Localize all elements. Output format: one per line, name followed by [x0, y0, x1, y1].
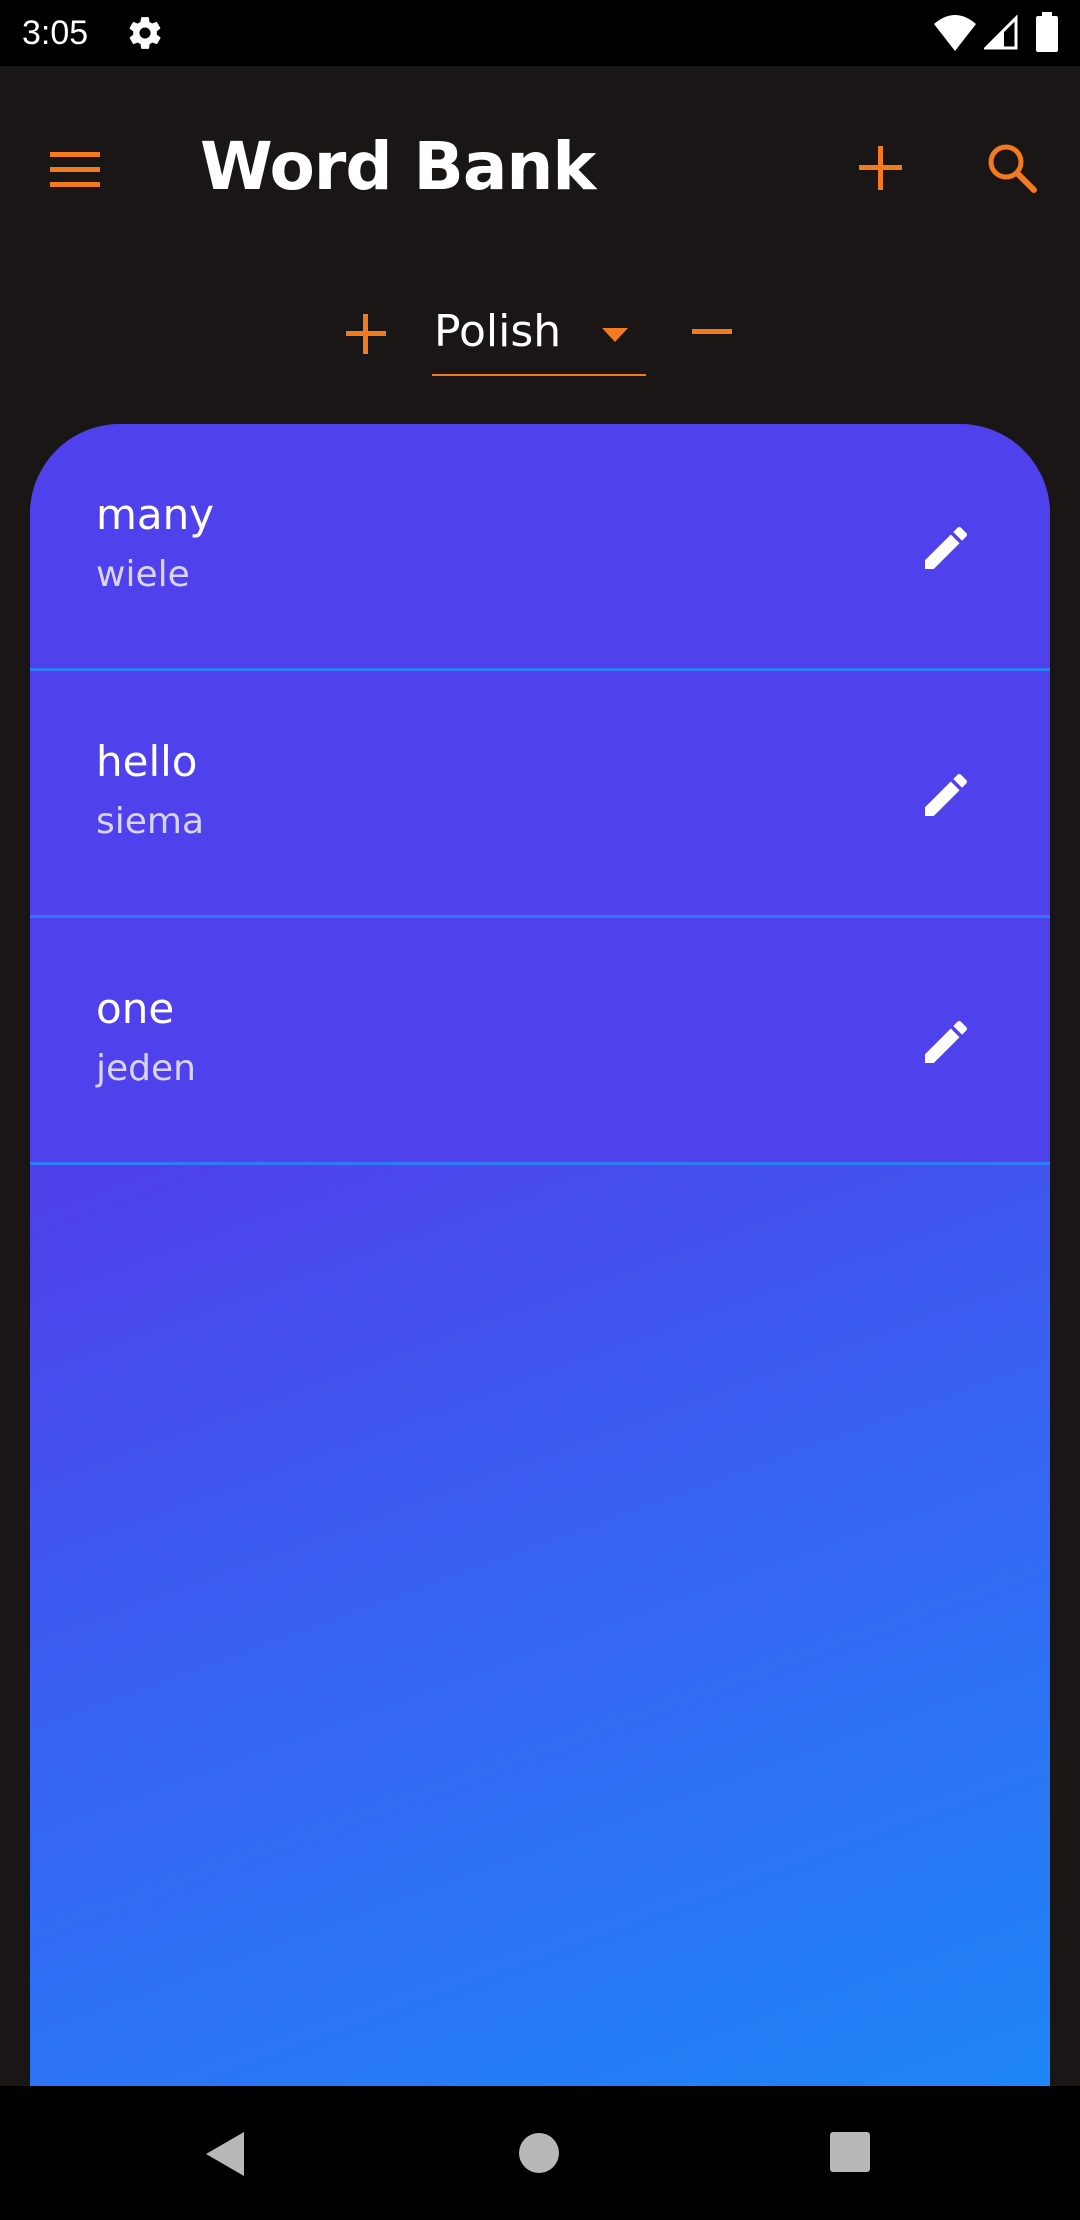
remove-language-button[interactable]: [690, 328, 734, 336]
list-item[interactable]: hello siema: [30, 671, 1050, 918]
menu-button[interactable]: [48, 142, 104, 198]
app-bar: Word Bank: [0, 66, 1080, 266]
search-icon: [988, 144, 1037, 193]
edit-button[interactable]: [918, 520, 974, 576]
word-text: one: [96, 984, 175, 1033]
word-text: hello: [96, 737, 198, 786]
list-item[interactable]: one jeden: [30, 918, 1050, 1165]
screen: 3:05 Word Bank Polish many wiele hello s…: [0, 0, 1080, 2220]
plus-icon: [859, 146, 902, 190]
word-translation: wiele: [96, 554, 190, 595]
language-row: Polish: [0, 296, 1080, 386]
minus-icon: [692, 329, 732, 334]
list-item[interactable]: many wiele: [30, 424, 1050, 671]
nav-bar: [0, 2086, 1080, 2220]
battery-icon: [1036, 12, 1058, 52]
word-text: many: [96, 490, 215, 539]
wifi-icon: [934, 14, 976, 52]
add-language-button[interactable]: [344, 312, 388, 356]
edit-icon: [925, 773, 968, 816]
status-time: 3:05: [22, 14, 89, 52]
back-button[interactable]: [204, 2130, 246, 2178]
menu-icon: [50, 152, 100, 187]
edit-button[interactable]: [918, 767, 974, 823]
recents-button[interactable]: [830, 2132, 870, 2172]
chevron-down-icon: [600, 326, 630, 344]
status-bar: 3:05: [0, 0, 1080, 66]
page-title: Word Bank: [200, 128, 596, 205]
word-list-card: many wiele hello siema one jeden: [30, 424, 1050, 2086]
edit-button[interactable]: [918, 1014, 974, 1070]
recents-icon: [830, 2132, 870, 2172]
back-icon: [206, 2132, 244, 2176]
signal-icon: [984, 14, 1018, 50]
plus-icon: [346, 314, 386, 354]
language-dropdown[interactable]: Polish: [432, 296, 646, 376]
word-translation: siema: [96, 801, 205, 842]
search-button[interactable]: [984, 140, 1040, 196]
word-list: many wiele hello siema one jeden: [30, 424, 1050, 1165]
language-selected: Polish: [434, 306, 562, 357]
edit-icon: [925, 1020, 968, 1063]
edit-icon: [925, 526, 968, 569]
home-button[interactable]: [518, 2132, 560, 2174]
add-word-button[interactable]: [856, 142, 906, 196]
word-translation: jeden: [96, 1048, 196, 1089]
home-icon: [519, 2133, 559, 2173]
gear-icon: [126, 14, 164, 52]
